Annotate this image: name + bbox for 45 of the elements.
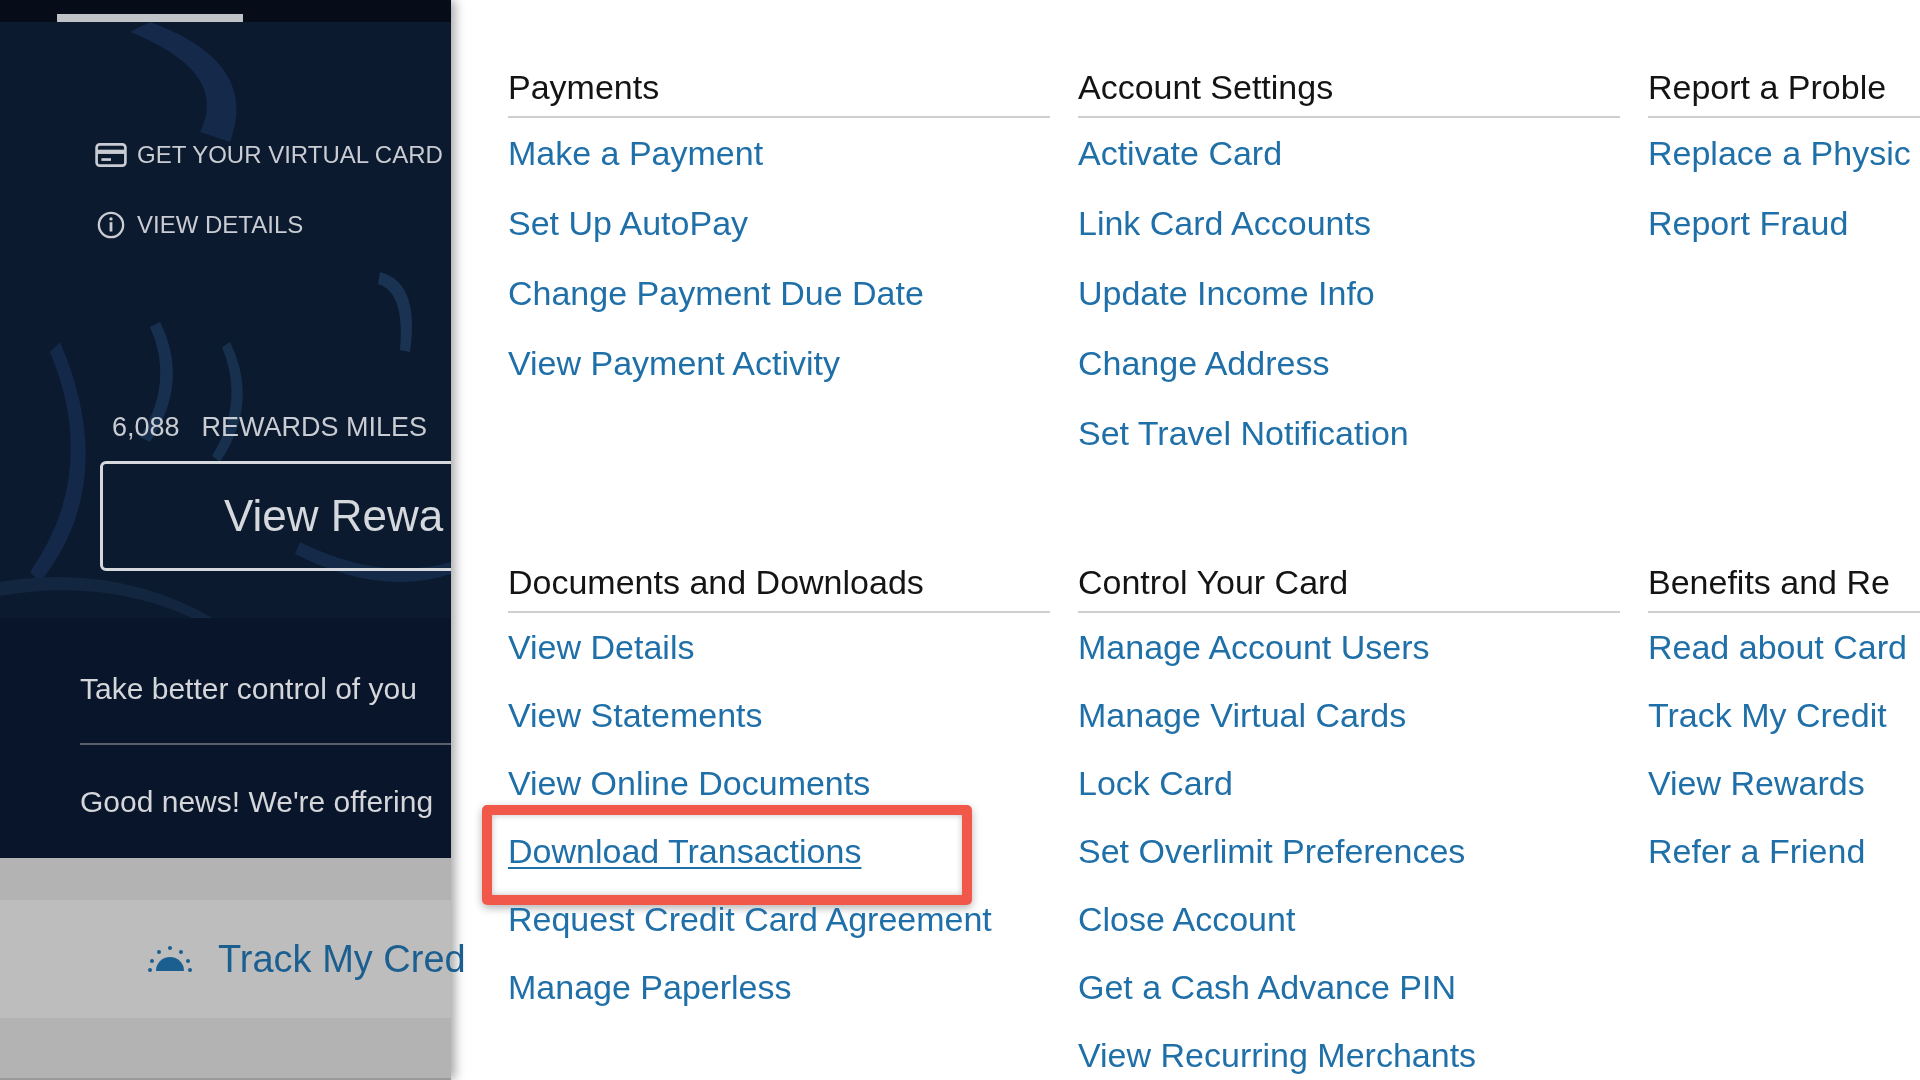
section-heading: Account Settings: [1078, 62, 1620, 118]
menu-link[interactable]: Set Overlimit Preferences: [1078, 831, 1466, 871]
menu-link[interactable]: Manage Paperless: [508, 967, 792, 1007]
sunrise-icon: [148, 945, 192, 973]
rewards-label: REWARDS MILES: [201, 412, 428, 443]
menu-link[interactable]: Track My Credit: [1648, 695, 1887, 735]
menu-link[interactable]: Close Account: [1078, 899, 1296, 939]
menu-link[interactable]: Refer a Friend: [1648, 831, 1866, 871]
menu-link[interactable]: Request Credit Card Agreement: [508, 899, 992, 939]
message-text: Good news! We're offering: [80, 784, 435, 820]
menu-link[interactable]: Manage Account Users: [1078, 627, 1430, 667]
menu-link[interactable]: Set Up AutoPay: [508, 203, 749, 243]
menu-link[interactable]: View Rewards: [1648, 763, 1865, 803]
menu-link[interactable]: View Online Documents: [508, 763, 871, 803]
section-heading: Report a Proble: [1648, 62, 1920, 118]
section-heading: Documents and Downloads: [508, 557, 1050, 613]
menu-link[interactable]: Activate Card: [1078, 133, 1283, 173]
menu-link[interactable]: Set Travel Notification: [1078, 413, 1409, 453]
menu-link[interactable]: Link Card Accounts: [1078, 203, 1371, 243]
credit-card-icon: [95, 141, 127, 169]
card-action-link[interactable]: GET YOUR VIRTUAL CARD: [137, 141, 443, 169]
menu-link[interactable]: Replace a Physic: [1648, 133, 1911, 173]
menu-link[interactable]: Download Transactions: [508, 831, 862, 871]
menu-link[interactable]: Change Address: [1078, 343, 1330, 383]
info-icon: [95, 211, 127, 239]
section-heading: Control Your Card: [1078, 557, 1620, 613]
menu-link[interactable]: View Payment Activity: [508, 343, 840, 383]
menu-link[interactable]: Read about Card: [1648, 627, 1907, 667]
message-text: Take better control of you: [80, 671, 418, 707]
menu-link[interactable]: Make a Payment: [508, 133, 764, 173]
view-rewards-button[interactable]: View Rewa: [100, 461, 451, 571]
menu-link[interactable]: View Details: [508, 627, 695, 667]
menu-link[interactable]: Lock Card: [1078, 763, 1233, 803]
track-credit-link[interactable]: Track My Cred: [218, 937, 466, 981]
menu-link[interactable]: View Statements: [508, 695, 763, 735]
menu-link[interactable]: Get a Cash Advance PIN: [1078, 967, 1456, 1007]
menu-link[interactable]: Report Fraud: [1648, 203, 1849, 243]
card-action-link[interactable]: VIEW DETAILS: [137, 211, 304, 239]
section-heading: Benefits and Re: [1648, 557, 1920, 613]
menu-link[interactable]: Manage Virtual Cards: [1078, 695, 1407, 735]
section-heading: Payments: [508, 62, 1050, 118]
menu-link[interactable]: View Recurring Merchants: [1078, 1035, 1477, 1075]
menu-link[interactable]: Update Income Info: [1078, 273, 1375, 313]
rewards-value: 6,088: [112, 412, 180, 443]
menu-link[interactable]: Change Payment Due Date: [508, 273, 924, 313]
